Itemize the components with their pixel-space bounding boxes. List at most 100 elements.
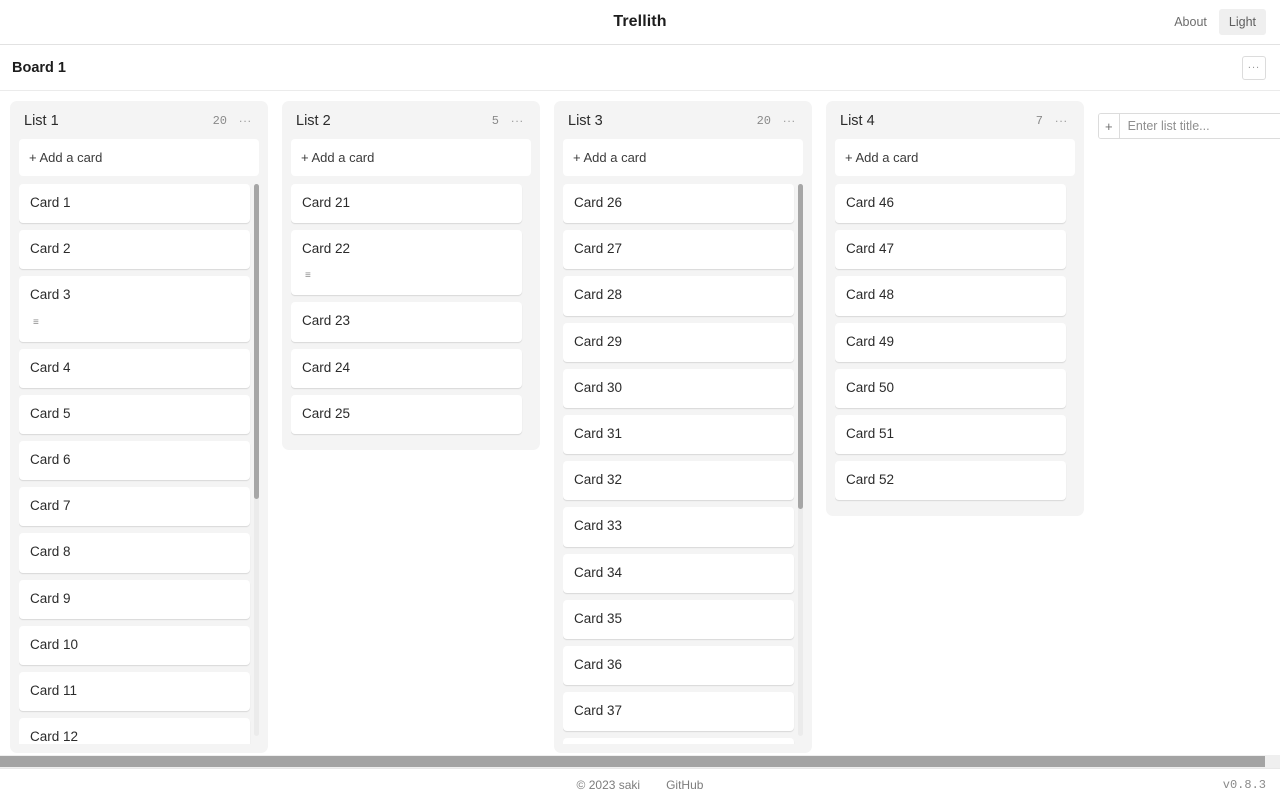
- card[interactable]: Card 50: [835, 368, 1066, 408]
- list-scrollbar-thumb[interactable]: [798, 184, 803, 509]
- card[interactable]: Card 11: [19, 671, 250, 712]
- card[interactable]: Card 27: [563, 230, 794, 270]
- card[interactable]: Card 21: [291, 184, 522, 224]
- list-column: List 3 20... + Add a card Card 26 Card 27 Car…: [554, 101, 812, 753]
- cards-scroll-area: Card 46 Card 47 Card 48 Card 49 Card 50 Card …: [835, 184, 1075, 507]
- lists-container: List 1 20... + Add a card Card 1 Card 2 Card …: [0, 91, 1280, 755]
- add-card-button[interactable]: + Add a card: [19, 139, 259, 176]
- app-header: Trellith About Light: [0, 0, 1280, 45]
- cards-scroll-area: Card 21 Card 22 ≡ Card 23 Card 24 Card 25: [291, 184, 531, 441]
- card[interactable]: Card 22 ≡: [291, 230, 522, 296]
- card[interactable]: Card 34: [563, 553, 794, 593]
- list-title[interactable]: List 1: [24, 113, 59, 129]
- card[interactable]: Card 2: [19, 230, 250, 270]
- card-title: Card 37: [574, 703, 623, 719]
- card-title: Card 27: [574, 241, 623, 257]
- board-horizontal-scrollbar-thumb[interactable]: [0, 756, 1265, 767]
- add-list-submit-button[interactable]: +: [1099, 114, 1120, 138]
- card[interactable]: Card 30: [563, 368, 794, 408]
- list-header: List 4 7...: [835, 109, 1075, 139]
- board-title[interactable]: Board 1: [12, 60, 66, 76]
- card-title: Card 22: [302, 241, 351, 257]
- app-footer: © 2023 saki GitHub v0.8.3: [0, 768, 1280, 800]
- card-title: Card 10: [30, 636, 79, 652]
- card[interactable]: Card 32: [563, 461, 794, 501]
- card[interactable]: Card 33: [563, 507, 794, 547]
- app-root: Trellith About Light Board 1 ... List 1 2…: [0, 0, 1280, 800]
- list-menu-button[interactable]: ...: [783, 112, 798, 127]
- card[interactable]: Card 24: [291, 348, 522, 388]
- card-title: Card 34: [574, 564, 623, 580]
- card[interactable]: Card 4: [19, 348, 250, 388]
- description-icon: ≡: [305, 270, 311, 282]
- cards-list: Card 26 Card 27 Card 28 Card 29 Card 30 Card …: [563, 184, 794, 744]
- card[interactable]: Card 47: [835, 230, 1066, 270]
- card[interactable]: Card 36: [563, 645, 794, 686]
- card-title: Card 52: [846, 472, 895, 488]
- list-header: List 1 20...: [19, 109, 259, 139]
- card-title: Card 35: [574, 610, 623, 626]
- list-title[interactable]: List 3: [568, 113, 603, 129]
- card[interactable]: Card 46: [835, 184, 1066, 224]
- card-title: Card 2: [30, 241, 71, 257]
- list-column: List 4 7... + Add a card Card 46 Card 47 Card…: [826, 101, 1084, 517]
- card[interactable]: Card 29: [563, 322, 794, 362]
- card[interactable]: Card 8: [19, 533, 250, 573]
- list-menu-button[interactable]: ...: [511, 112, 526, 127]
- list-menu-button[interactable]: ...: [239, 112, 254, 127]
- card[interactable]: Card 10: [19, 625, 250, 665]
- card-title: Card 24: [302, 359, 351, 375]
- list-title[interactable]: List 2: [296, 113, 331, 129]
- add-list-title-input[interactable]: [1119, 114, 1280, 138]
- add-card-button[interactable]: + Add a card: [291, 139, 531, 176]
- card-title: Card 8: [30, 544, 71, 560]
- card-badges: ≡: [30, 312, 239, 330]
- card-title: Card 11: [30, 682, 78, 698]
- card[interactable]: Card 52: [835, 461, 1066, 501]
- card[interactable]: Card 25: [291, 394, 522, 434]
- list-title[interactable]: List 4: [840, 113, 875, 129]
- add-card-button[interactable]: + Add a card: [563, 139, 803, 176]
- card[interactable]: Card 9: [19, 579, 250, 619]
- description-icon: ≡: [33, 316, 39, 328]
- github-link[interactable]: GitHub: [666, 778, 703, 792]
- card-title: Card 50: [846, 379, 895, 395]
- card[interactable]: Card 51: [835, 414, 1066, 455]
- card-title: Card 36: [574, 656, 623, 672]
- add-card-button[interactable]: + Add a card: [835, 139, 1075, 176]
- list-menu-button[interactable]: ...: [1055, 112, 1070, 127]
- theme-toggle-button[interactable]: Light: [1218, 9, 1266, 35]
- cards-scroll-area: Card 26 Card 27 Card 28 Card 29 Card 30 Card …: [563, 184, 803, 744]
- board-horizontal-scrollbar[interactable]: [0, 755, 1280, 768]
- card[interactable]: Card 1: [19, 184, 250, 224]
- card-title: Card 48: [846, 287, 895, 303]
- cards-list: Card 1 Card 2 Card 3 ≡ Card 4 Card 5 Card 6 Car…: [19, 184, 250, 744]
- card[interactable]: Card 7: [19, 487, 250, 527]
- list-scrollbar-thumb[interactable]: [254, 184, 259, 499]
- board-menu-button[interactable]: ...: [1242, 55, 1266, 80]
- card[interactable]: Card 48: [835, 276, 1066, 316]
- header-actions: About Light: [1168, 9, 1266, 35]
- card[interactable]: Card 31: [563, 414, 794, 455]
- card[interactable]: Card 49: [835, 322, 1066, 362]
- about-link[interactable]: About: [1168, 10, 1213, 34]
- card[interactable]: Card 12: [19, 718, 250, 744]
- card[interactable]: Card 26: [563, 184, 794, 224]
- card[interactable]: Card 6: [19, 440, 250, 481]
- add-list-form[interactable]: +: [1098, 113, 1280, 139]
- card-title: Card 30: [574, 379, 623, 395]
- card[interactable]: Card 3 ≡: [19, 276, 250, 342]
- card-title: Card 1: [30, 195, 71, 210]
- board-canvas: List 1 20... + Add a card Card 1 Card 2 Card …: [0, 91, 1280, 755]
- card-title: Card 51: [846, 425, 895, 441]
- list-column: List 2 5... + Add a card Card 21 Card 22 ≡ Car…: [282, 101, 540, 450]
- card[interactable]: Card 38: [563, 738, 794, 744]
- card[interactable]: Card 28: [563, 276, 794, 316]
- card[interactable]: Card 35: [563, 599, 794, 639]
- card[interactable]: Card 37: [563, 692, 794, 732]
- card-title: Card 32: [574, 472, 623, 488]
- card[interactable]: Card 23: [291, 302, 522, 342]
- card-title: Card 21: [302, 195, 351, 210]
- card-title: Card 9: [30, 590, 71, 606]
- card[interactable]: Card 5: [19, 394, 250, 434]
